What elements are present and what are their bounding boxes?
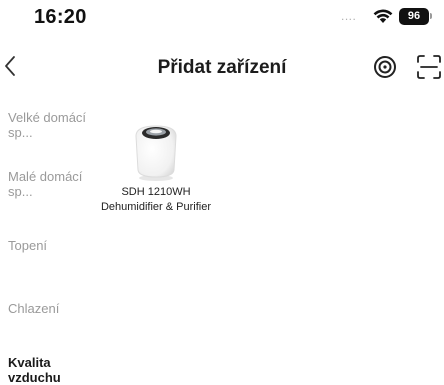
category-small-appliances[interactable]: Malé domácí sp... <box>8 169 100 199</box>
category-air-quality[interactable]: Kvalita vzduchu <box>8 355 100 385</box>
status-time: 16:20 <box>34 6 87 28</box>
device-name: SDH 1210WH Dehumidifier & Purifier <box>100 186 212 213</box>
status-bar: 16:20 .... 96 <box>0 0 444 40</box>
wifi-icon <box>373 8 393 24</box>
category-heating[interactable]: Topení <box>8 238 100 253</box>
radar-icon <box>374 56 396 78</box>
scan-icon <box>417 55 441 79</box>
cellular-signal-icon: .... <box>341 9 357 23</box>
battery-tip <box>430 13 432 19</box>
dehumidifier-image <box>128 120 184 182</box>
battery-indicator: 96 <box>399 8 429 25</box>
category-cooling[interactable]: Chlazení <box>8 301 100 316</box>
nearby-scan-button[interactable] <box>372 54 398 80</box>
category-large-appliances[interactable]: Velké domácí sp... <box>8 110 100 140</box>
header: Přidat zařízení <box>0 45 444 91</box>
device-card[interactable]: SDH 1210WH Dehumidifier & Purifier <box>96 120 216 240</box>
category-sidebar: Velké domácí sp... Malé domácí sp... Top… <box>0 100 100 385</box>
qr-scan-button[interactable] <box>416 54 442 80</box>
